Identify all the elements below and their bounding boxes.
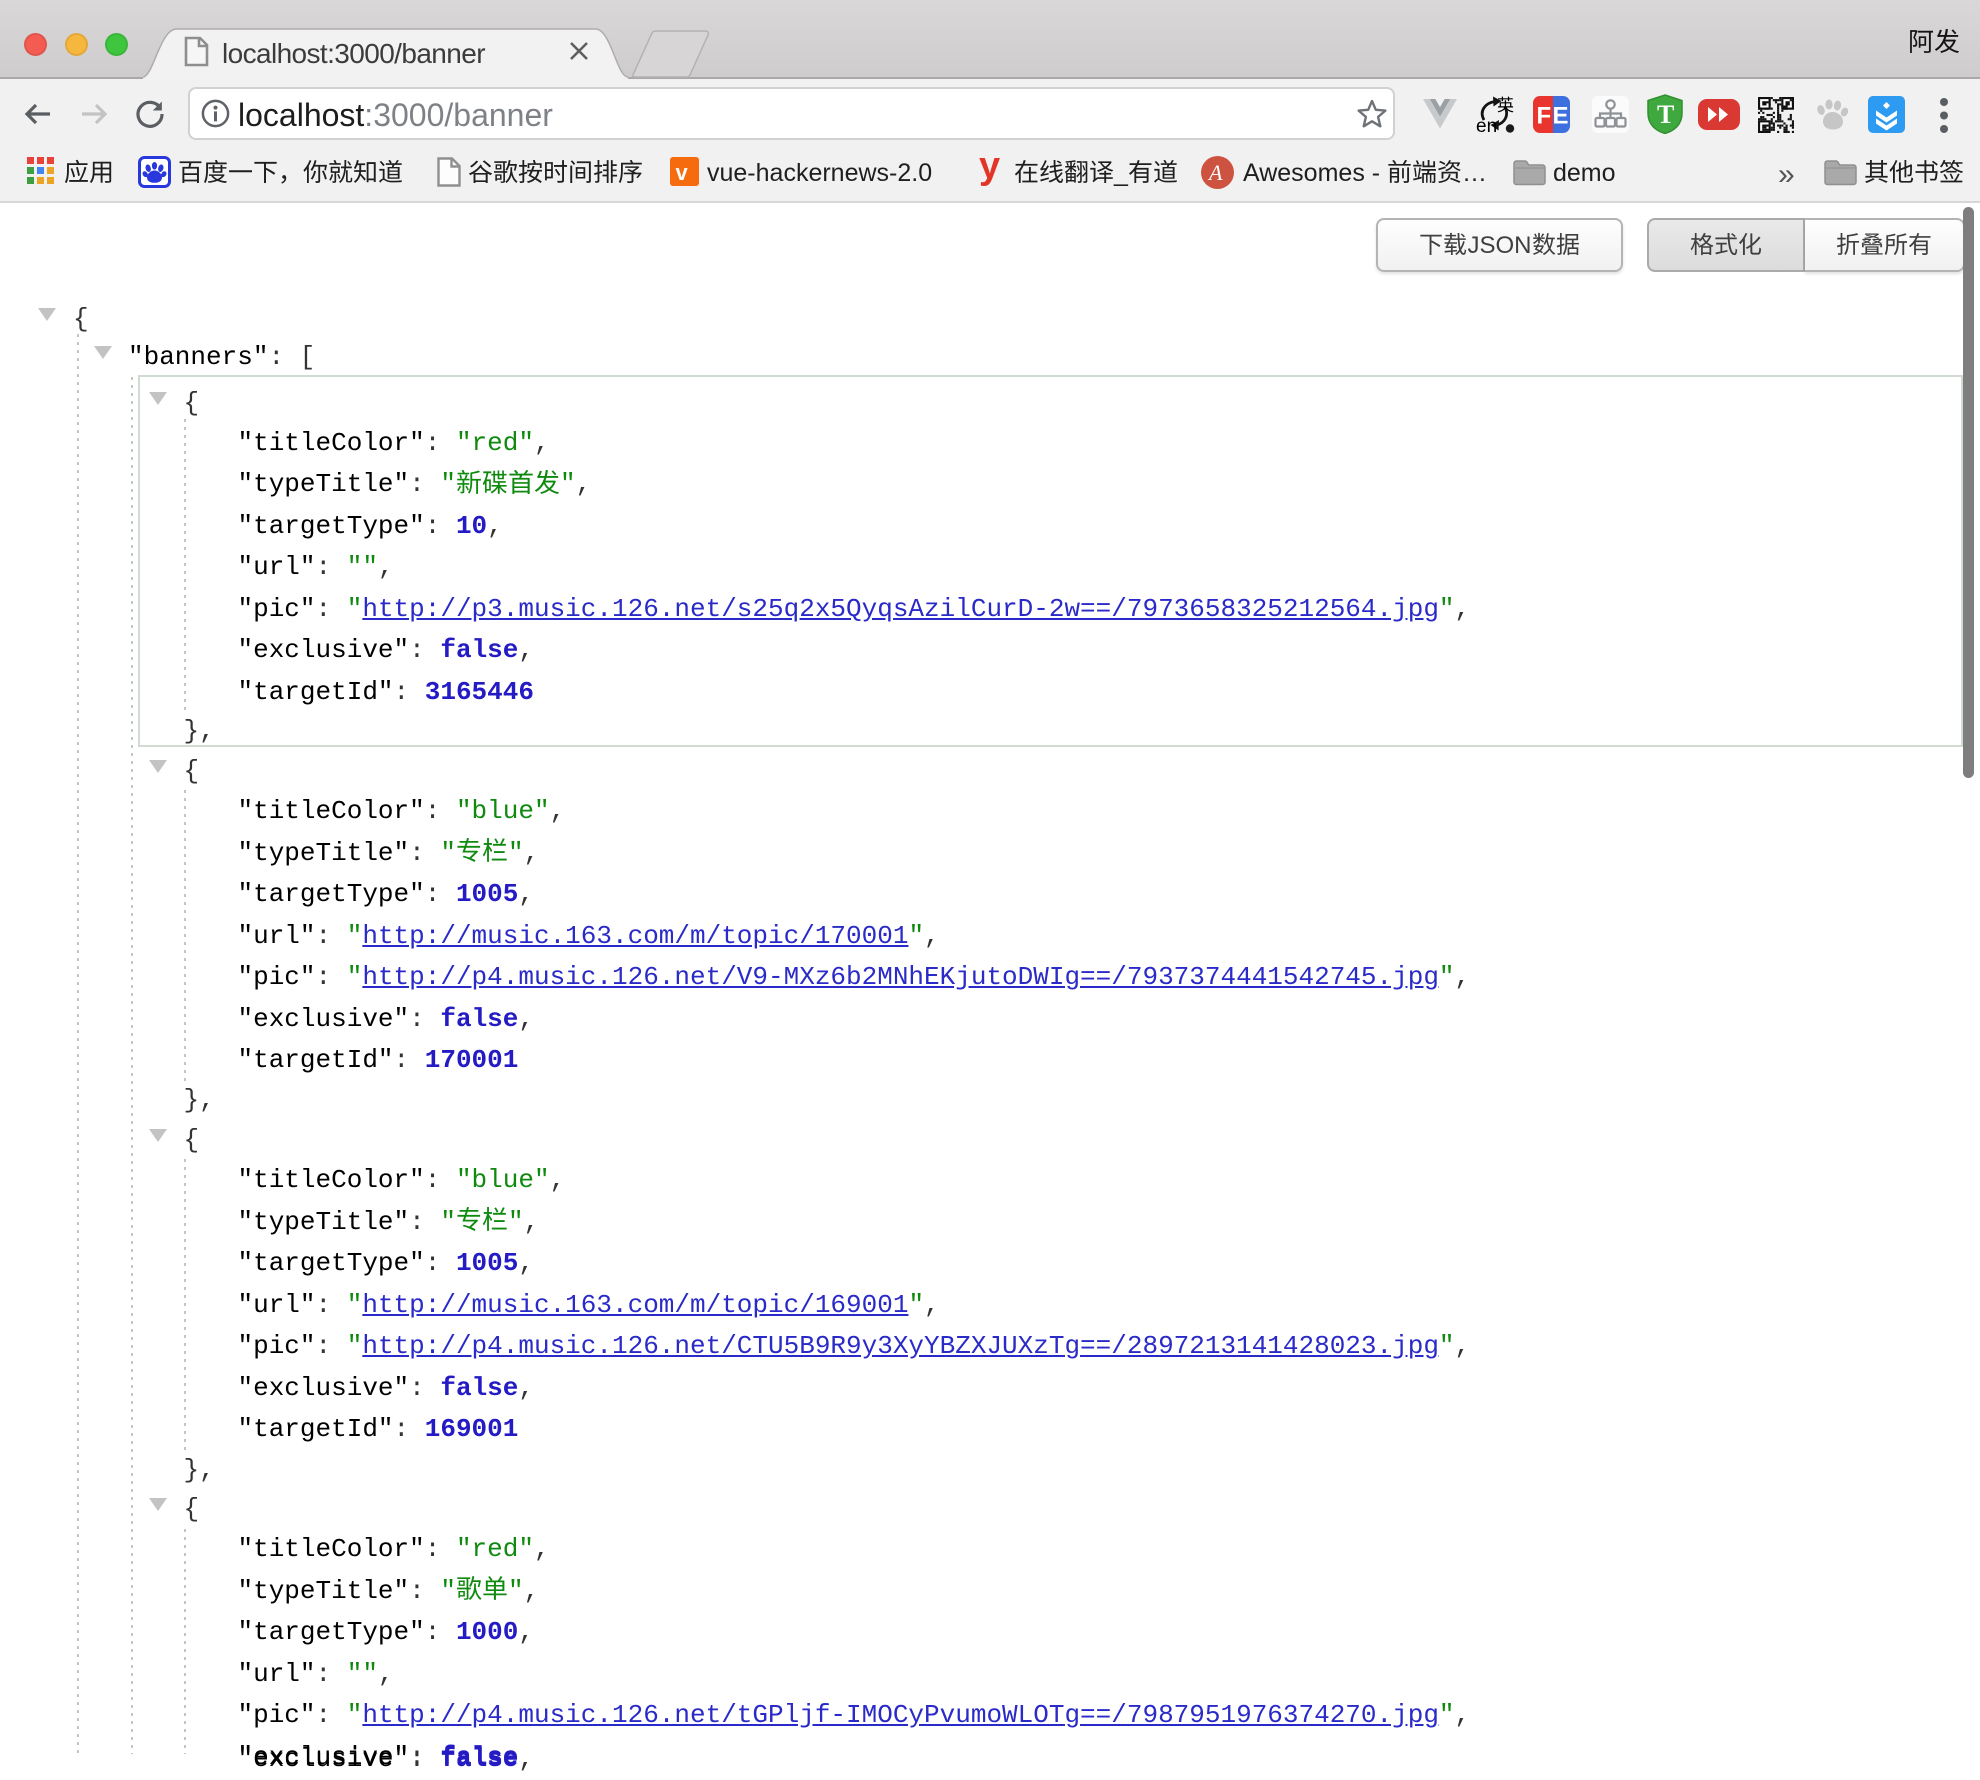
svg-text:T: T [1657, 100, 1674, 129]
svg-text:A: A [1207, 160, 1223, 185]
svg-text:F: F [1537, 103, 1552, 130]
svg-text:E: E [1553, 103, 1569, 130]
svg-text:en: en [1476, 116, 1497, 134]
svg-text:v: v [676, 160, 689, 185]
